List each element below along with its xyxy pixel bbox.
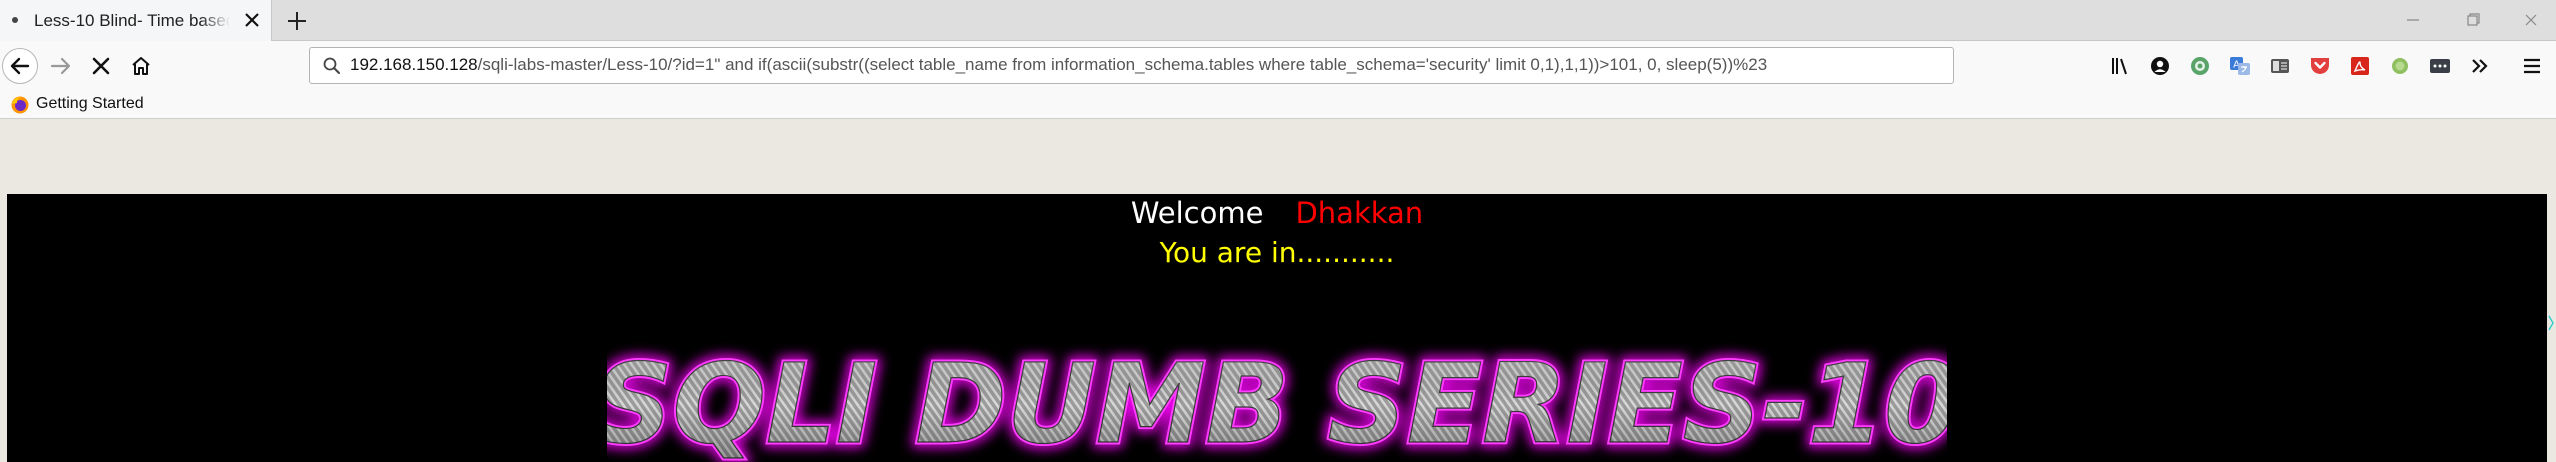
status-message: You are in........... [1159,236,1395,269]
banner-shading: SQLI DUMB SERIES-10 [607,342,1947,462]
minimize-icon[interactable] [2398,8,2428,32]
window-close-icon[interactable] [2516,8,2546,32]
close-icon[interactable] [240,8,264,32]
account-icon[interactable] [2148,54,2172,78]
restore-icon[interactable] [2458,8,2488,32]
scroll-marker-icon [2548,315,2554,331]
series-banner: SQLI DUMB SERIES-10 SQLI DUMB SERIES-10 … [607,342,1947,462]
tab-title: Less-10 Blind- Time based- S [34,11,230,30]
page-content: Welcome Dhakkan You are in........... SQ… [0,120,2556,462]
back-button[interactable] [2,48,38,84]
library-icon[interactable] [2108,54,2132,78]
translate-icon[interactable]: A [2228,54,2252,78]
pocket-icon[interactable] [2308,54,2332,78]
firefox-icon [11,96,29,114]
user-name: Dhakkan [1295,196,1424,230]
forward-button[interactable] [44,49,78,83]
pdf-icon[interactable] [2348,54,2372,78]
welcome-line: Welcome Dhakkan [7,196,2547,230]
home-button[interactable] [124,49,158,83]
stop-button[interactable] [84,49,118,83]
tab-active[interactable]: Less-10 Blind- Time based- S [0,0,272,41]
url-text[interactable]: 192.168.150.128/sqli-labs-master/Less-10… [350,55,1767,75]
bookmark-label: Getting Started [36,95,144,112]
welcome-text: Welcome [1130,196,1264,230]
navigation-toolbar: 192.168.150.128/sqli-labs-master/Less-10… [0,41,2556,90]
address-bar[interactable]: 192.168.150.128/sqli-labs-master/Less-10… [309,47,1954,84]
tab-strip: Less-10 Blind- Time based- S [0,0,2556,41]
dots-icon[interactable] [2428,54,2452,78]
new-tab-icon[interactable] [282,6,312,36]
url-path: /sqli-labs-master/Less-10/?id=1" and if(… [477,55,1768,74]
search-icon [323,57,340,74]
loading-indicator-icon [12,17,18,23]
menu-icon[interactable] [2520,54,2544,78]
result-panel: Welcome Dhakkan You are in........... SQ… [7,194,2547,462]
overflow-icon[interactable] [2468,54,2492,78]
extension-icon[interactable] [2188,54,2212,78]
bookmarks-toolbar: Getting Started [0,90,2556,119]
arrow-left-icon [10,57,30,75]
url-host: 192.168.150.128 [350,55,478,74]
reader-icon[interactable] [2268,54,2292,78]
addon-icon[interactable] [2388,54,2412,78]
